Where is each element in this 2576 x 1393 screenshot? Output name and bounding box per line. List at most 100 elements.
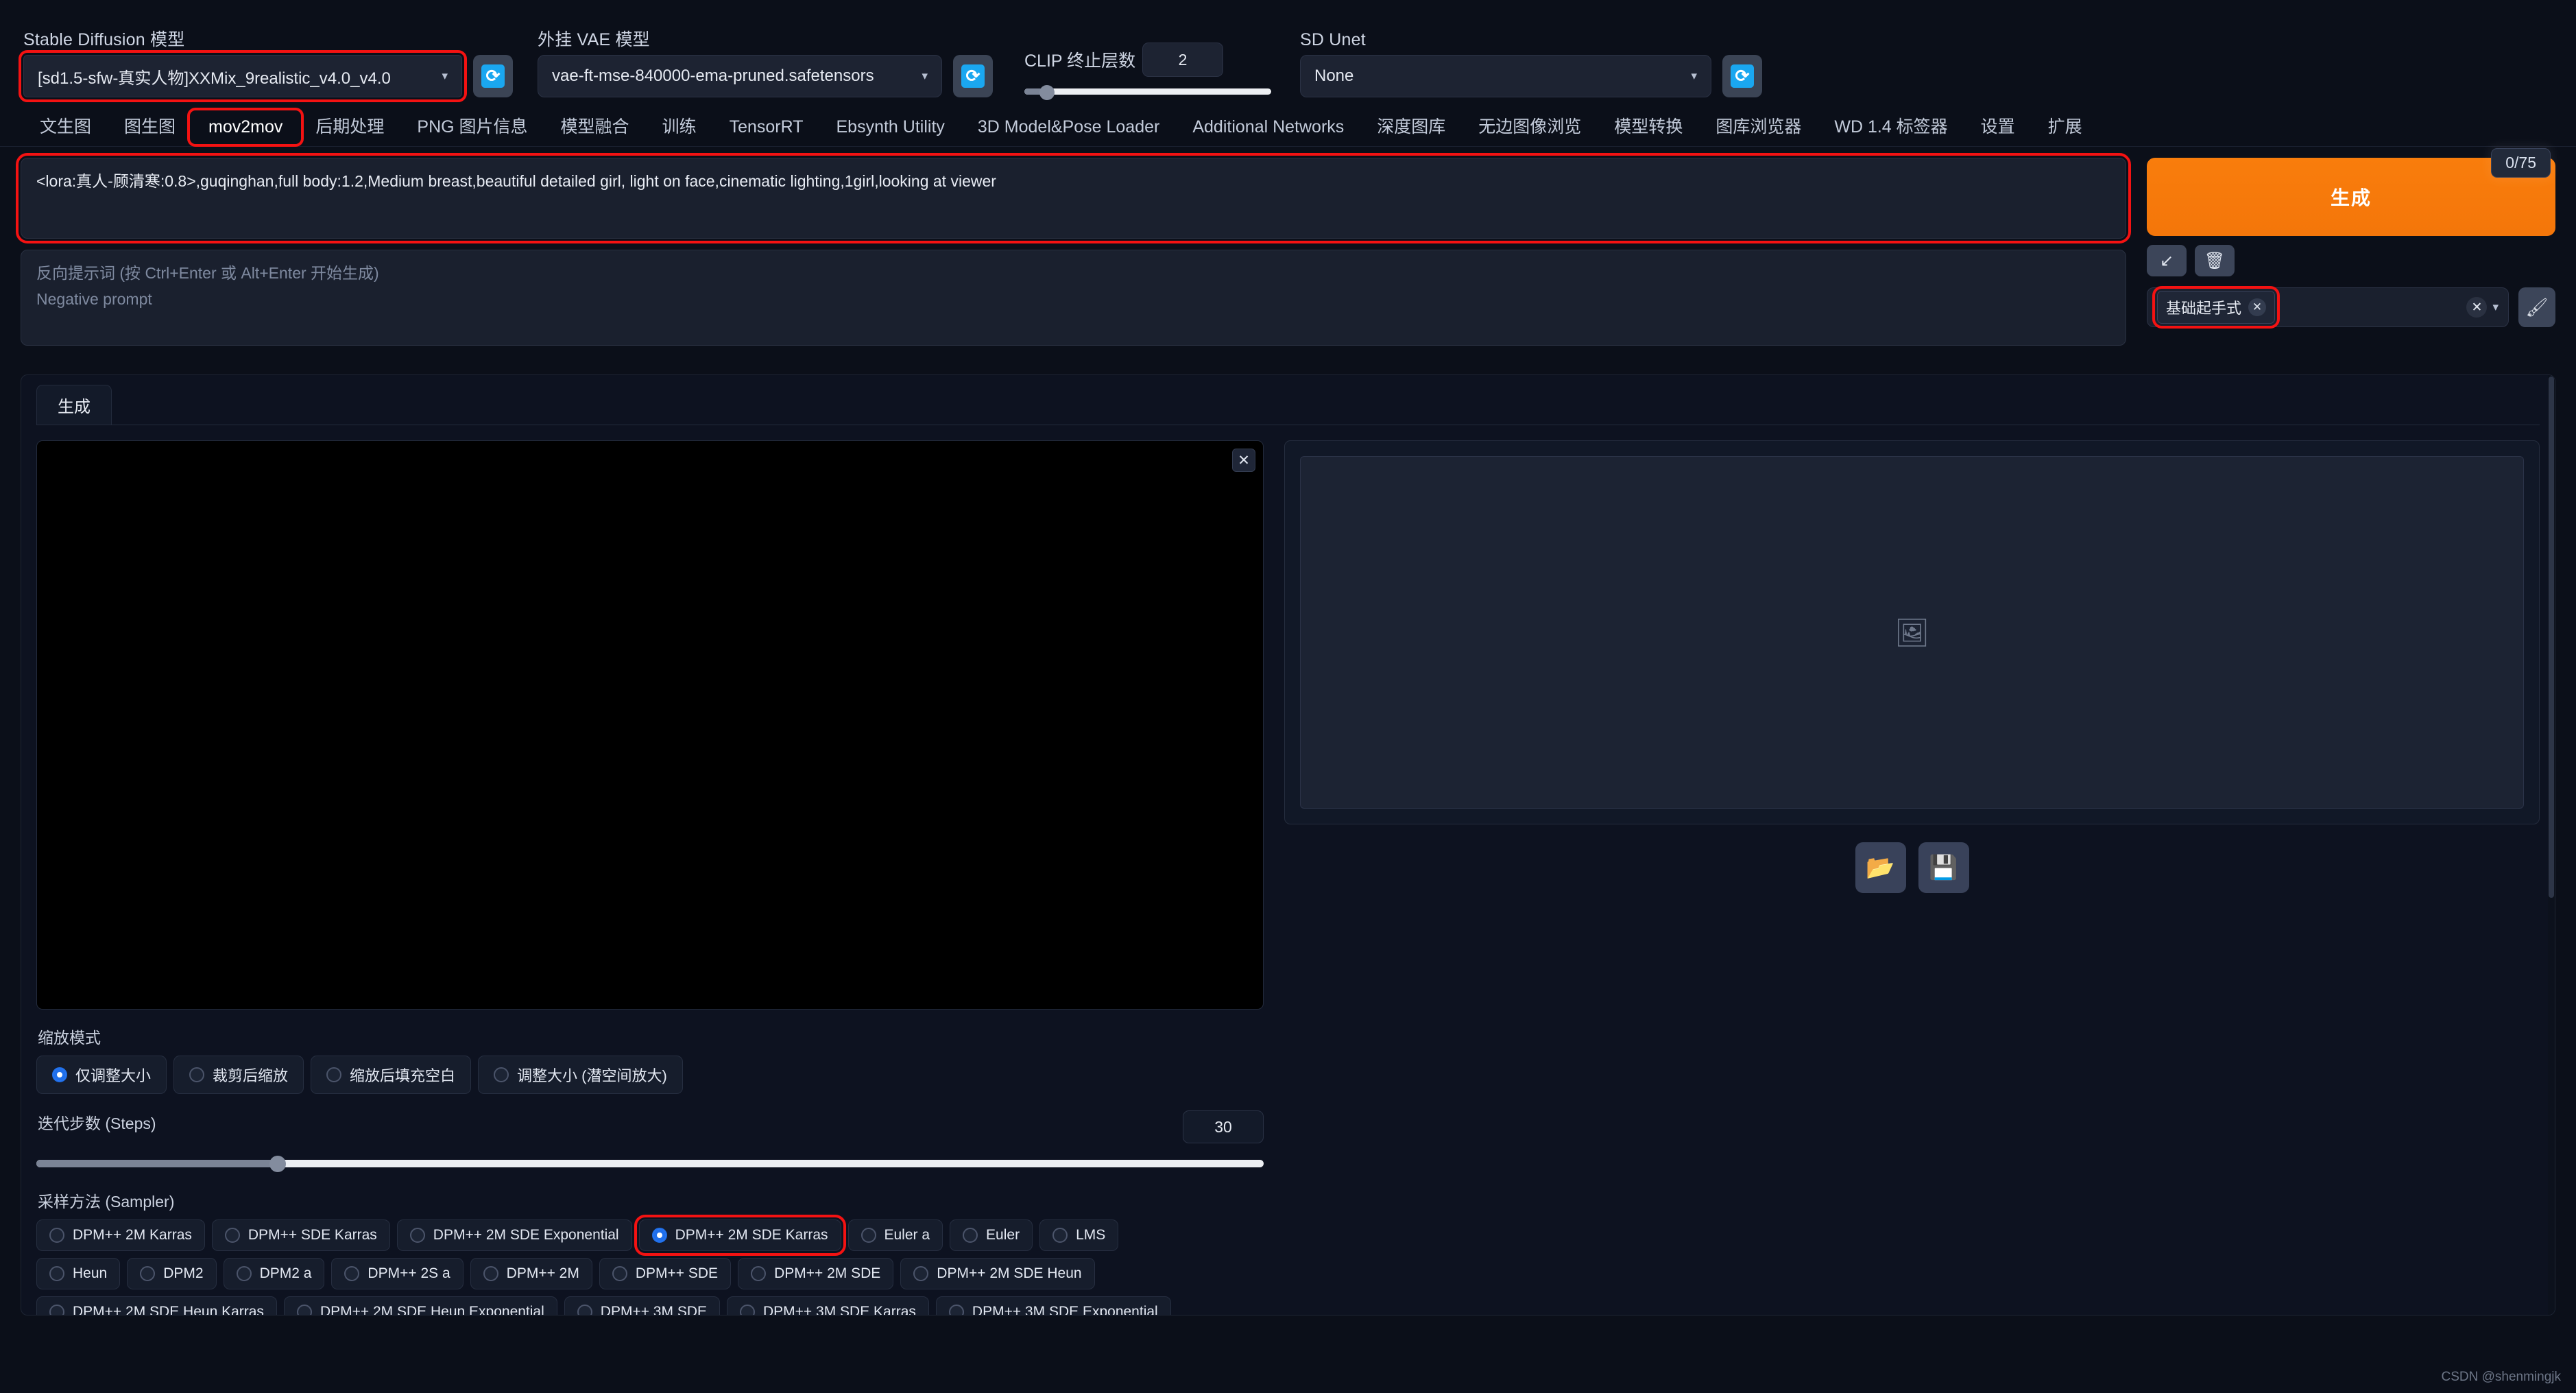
tab-深度图库[interactable]: 深度图库: [1360, 112, 1462, 143]
sampler-option[interactable]: DPM++ SDE: [599, 1258, 732, 1289]
prompt-region: <lora:真人-顾清寒:0.8>,guqinghan,full body:1.…: [0, 147, 2576, 357]
tab-ebsynth-utility[interactable]: Ebsynth Utility: [820, 112, 961, 143]
scrollbar-thumb[interactable]: [2549, 377, 2554, 898]
sampler-option[interactable]: DPM++ 2M Karras: [36, 1219, 205, 1251]
resize-mode-option[interactable]: 调整大小 (潜空间放大): [478, 1056, 683, 1094]
panel-tab-generate[interactable]: 生成: [36, 385, 112, 425]
slider-fill: [36, 1160, 282, 1167]
arrow-down-left-icon: ↙: [2159, 251, 2174, 270]
steps-slider[interactable]: [36, 1156, 1264, 1172]
close-icon[interactable]: ✕: [1232, 449, 1255, 472]
styles-select[interactable]: 基础起手式 ✕ ✕ ▾: [2147, 286, 2509, 329]
sd-model-select[interactable]: [sd1.5-sfw-真实人物]XXMix_9realistic_v4.0_v4…: [19, 50, 467, 102]
tab-文生图[interactable]: 文生图: [23, 112, 108, 143]
vae-model-label: 外挂 VAE 模型: [538, 30, 650, 49]
tab-tensorrt[interactable]: TensorRT: [713, 112, 820, 143]
tab-模型融合[interactable]: 模型融合: [544, 112, 646, 143]
sampler-option[interactable]: DPM2: [127, 1258, 217, 1289]
tab-wd-1.4-标签器[interactable]: WD 1.4 标签器: [1818, 112, 1964, 143]
video-dropzone[interactable]: ✕: [36, 440, 1264, 1010]
radio-label: DPM++ 2M Karras: [73, 1227, 192, 1243]
sampler-option[interactable]: DPM++ 2M SDE Heun Exponential: [283, 1296, 557, 1315]
resize-mode-option[interactable]: 裁剪后缩放: [173, 1056, 304, 1094]
radio-label: DPM++ 3M SDE Karras: [763, 1304, 916, 1315]
sampler-option[interactable]: Euler: [950, 1219, 1033, 1251]
radio-dot-icon: [577, 1305, 592, 1315]
radio-label: 调整大小 (潜空间放大): [517, 1067, 667, 1084]
sampler-option[interactable]: DPM++ SDE Karras: [211, 1219, 390, 1251]
sampler-option[interactable]: DPM++ 2S a: [331, 1258, 464, 1289]
clear-all-icon[interactable]: ✕: [2466, 297, 2488, 318]
tab-后期处理[interactable]: 后期处理: [299, 112, 400, 143]
resize-mode-option[interactable]: 缩放后填充空白: [311, 1056, 472, 1094]
radio-label: DPM++ SDE: [635, 1265, 719, 1281]
vae-refresh-button[interactable]: ⟳: [953, 55, 993, 97]
resize-mode-option[interactable]: 仅调整大小: [36, 1056, 167, 1094]
prompt-column: <lora:真人-顾清寒:0.8>,guqinghan,full body:1.…: [16, 153, 2131, 357]
sd-unet-group: SD Unet None ▾: [1300, 32, 1711, 97]
vae-model-value: vae-ft-mse-840000-ema-pruned.safetensors: [552, 67, 874, 85]
chevron-down-icon[interactable]: ▾: [2492, 300, 2499, 314]
paintbrush-icon: 🖌: [2525, 296, 2549, 318]
radio-label: DPM++ 2M: [506, 1265, 579, 1281]
sampler-row: DPM++ 2M SDE Heun Karras DPM++ 2M SDE Heu…: [36, 1296, 1264, 1315]
tab-无边图像浏览[interactable]: 无边图像浏览: [1462, 112, 1598, 143]
tab-mov2mov[interactable]: mov2mov: [187, 107, 304, 147]
vae-model-select[interactable]: vae-ft-mse-840000-ema-pruned.safetensors…: [538, 55, 942, 97]
tab-模型转换[interactable]: 模型转换: [1598, 112, 1699, 143]
tab-扩展[interactable]: 扩展: [2032, 112, 2099, 143]
sampler-option[interactable]: DPM++ 2M SDE Karras: [634, 1215, 846, 1256]
sampler-option[interactable]: Euler a: [847, 1219, 943, 1251]
clip-skip-value[interactable]: 2: [1142, 43, 1224, 77]
tab-png-图片信息[interactable]: PNG 图片信息: [400, 112, 544, 143]
tab-additional-networks[interactable]: Additional Networks: [1176, 112, 1360, 143]
sampler-option[interactable]: LMS: [1039, 1219, 1119, 1251]
sd-unet-label: SD Unet: [1300, 30, 1366, 49]
sampler-option[interactable]: DPM++ 2M SDE Heun Karras: [36, 1296, 277, 1315]
sampler-option[interactable]: DPM++ 2M SDE Exponential: [396, 1219, 632, 1251]
sampler-option[interactable]: DPM++ 3M SDE: [564, 1296, 720, 1315]
sd-unet-value: None: [1314, 67, 1354, 85]
sd-unet-select[interactable]: None ▾: [1300, 55, 1711, 97]
panel-scrollbar[interactable]: [2548, 375, 2555, 1315]
sd-unet-refresh-button[interactable]: ⟳: [1722, 55, 1762, 97]
positive-prompt-input[interactable]: <lora:真人-顾清寒:0.8>,guqinghan,full body:1.…: [16, 153, 2131, 243]
sampler-row: Heun DPM2 DPM2 a DPM++ 2S a DPM++ 2M DPM++ SD…: [36, 1258, 1264, 1289]
tab-3d-model&pose-loader[interactable]: 3D Model&Pose Loader: [961, 112, 1176, 143]
save-button[interactable]: 💾: [1918, 842, 1969, 893]
radio-dot-icon: [296, 1305, 312, 1315]
watermark: CSDN @shenmingjk: [2441, 1370, 2561, 1384]
radio-dot-icon: [189, 1067, 205, 1082]
read-generation-params-button[interactable]: ↙: [2147, 245, 2187, 276]
radio-dot-icon: [49, 1228, 64, 1243]
open-folder-button[interactable]: 📂: [1855, 842, 1906, 893]
sampler-option[interactable]: DPM++ 2M SDE Heun: [900, 1258, 1095, 1289]
sd-model-refresh-button[interactable]: ⟳: [473, 55, 513, 97]
negative-prompt-input[interactable]: 反向提示词 (按 Ctrl+Enter 或 Alt+Enter 开始生成) Ne…: [21, 250, 2126, 346]
clip-skip-slider[interactable]: [1024, 85, 1271, 100]
folder-icon: 📂: [1866, 855, 1895, 881]
apply-style-button[interactable]: 🖌: [2518, 287, 2555, 327]
trash-icon: 🗑: [2204, 251, 2226, 270]
sampler-option[interactable]: DPM2 a: [223, 1258, 325, 1289]
left-settings-column: ✕ 缩放模式 仅调整大小 裁剪后缩放 缩放后填充空白 调整大小 (潜空间放大) 迭代步…: [36, 440, 1264, 1315]
sampler-option[interactable]: DPM++ 2M SDE: [738, 1258, 894, 1289]
slider-knob[interactable]: [1039, 85, 1055, 100]
tab-图库浏览器[interactable]: 图库浏览器: [1699, 112, 1818, 143]
sampler-option[interactable]: DPM++ 3M SDE Karras: [727, 1296, 929, 1315]
clear-prompt-button[interactable]: 🗑: [2195, 245, 2235, 276]
sampler-option[interactable]: Heun: [36, 1258, 121, 1289]
tab-图生图[interactable]: 图生图: [108, 112, 192, 143]
close-icon[interactable]: ✕: [2248, 298, 2267, 316]
tab-训练[interactable]: 训练: [646, 112, 713, 143]
tab-设置[interactable]: 设置: [1964, 112, 2032, 143]
radio-dot-icon: [49, 1266, 64, 1281]
output-gallery[interactable]: 🖼: [1300, 456, 2524, 809]
slider-knob[interactable]: [269, 1156, 287, 1172]
sampler-option[interactable]: DPM++ 3M SDE Exponential: [935, 1296, 1171, 1315]
sampler-option[interactable]: DPM++ 2M: [470, 1258, 592, 1289]
style-tag[interactable]: 基础起手式 ✕: [2152, 286, 2280, 329]
steps-value[interactable]: 30: [1183, 1110, 1264, 1143]
radio-dot-icon: [224, 1228, 240, 1243]
positive-prompt-text: <lora:真人-顾清寒:0.8>,guqinghan,full body:1.…: [36, 172, 996, 190]
